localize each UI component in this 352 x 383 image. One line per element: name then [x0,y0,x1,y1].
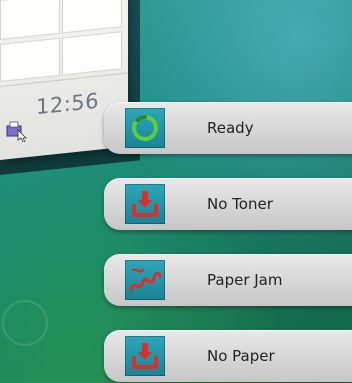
status-item-no-toner[interactable]: No Toner [104,178,352,230]
screen-window-cell [0,37,60,82]
decorative-orb [2,300,48,346]
printer-tray-icon-taskbar[interactable] [4,120,30,143]
ready-cycle-icon [125,108,165,148]
printer-tray-icon [125,184,165,224]
status-label: No Paper [207,347,275,365]
printer-tray-icon [125,336,165,376]
paper-jam-icon [125,260,165,300]
screen-window-cell [62,0,122,34]
status-label: Paper Jam [207,271,283,289]
status-item-no-paper[interactable]: No Paper [104,330,352,382]
screen-window-cell [62,31,122,76]
screen-window-cell [0,0,60,41]
status-label: No Toner [207,195,273,213]
status-item-paper-jam[interactable]: Paper Jam [104,254,352,306]
status-item-ready[interactable]: Ready [104,102,352,154]
status-label: Ready [207,119,254,137]
